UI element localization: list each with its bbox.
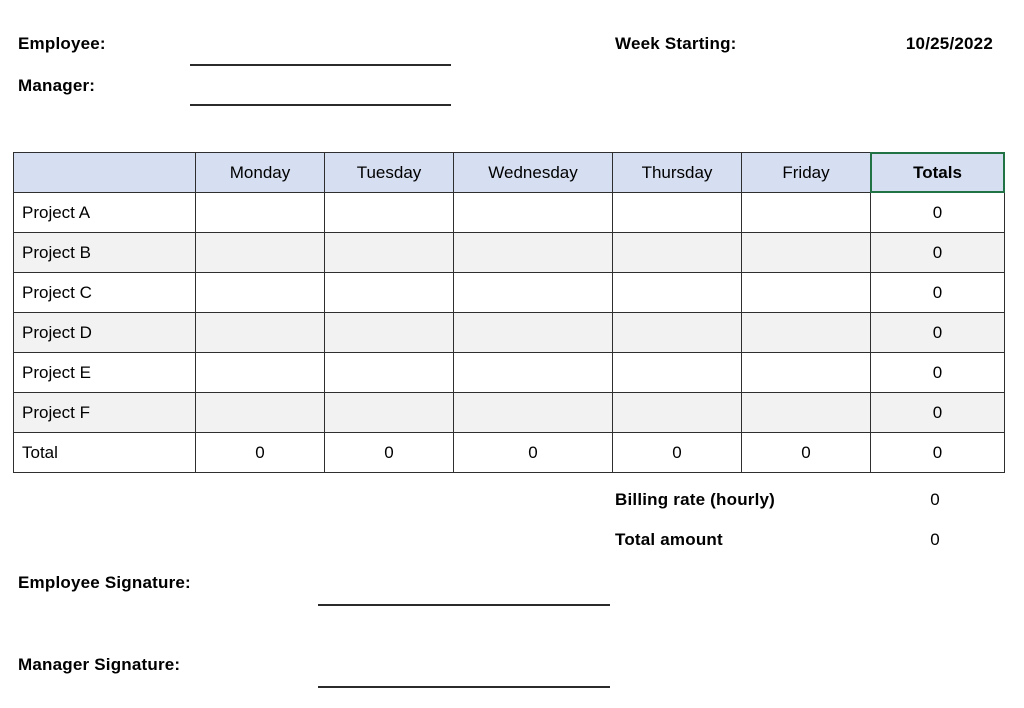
table-row: Project B 0	[13, 232, 1005, 273]
table-header-row: Monday Tuesday Wednesday Thursday Friday…	[13, 152, 1006, 194]
employee-name-line[interactable]	[190, 64, 451, 66]
cell-project-a-monday[interactable]	[195, 192, 325, 233]
row-label-project-e[interactable]: Project E	[13, 352, 196, 393]
header-cell-tuesday[interactable]: Tuesday	[324, 152, 454, 193]
cell-project-a-friday[interactable]	[741, 192, 871, 233]
cell-project-f-thursday[interactable]	[612, 392, 742, 433]
cell-total-friday[interactable]: 0	[741, 432, 871, 473]
billing-rate-value[interactable]: 0	[868, 490, 1002, 510]
table-row: Project C 0	[13, 272, 1005, 313]
cell-total-tuesday[interactable]: 0	[324, 432, 454, 473]
cell-project-d-monday[interactable]	[195, 312, 325, 353]
billing-rate-label: Billing rate (hourly)	[615, 490, 776, 509]
table-row: Project E 0	[13, 352, 1005, 393]
cell-project-a-thursday[interactable]	[612, 192, 742, 233]
billing-rate-row: Billing rate (hourly) 0	[615, 490, 1000, 530]
table-row: Project F 0	[13, 392, 1005, 433]
week-starting-value[interactable]: 10/25/2022	[843, 34, 993, 54]
cell-project-b-total[interactable]: 0	[870, 232, 1005, 273]
cell-project-d-wednesday[interactable]	[453, 312, 613, 353]
row-label-project-f[interactable]: Project F	[13, 392, 196, 433]
cell-project-f-total[interactable]: 0	[870, 392, 1005, 433]
week-starting-label: Week Starting:	[615, 34, 737, 53]
manager-label: Manager:	[18, 76, 96, 95]
header-cell-friday[interactable]: Friday	[741, 152, 871, 193]
table-row: Project A 0	[13, 192, 1005, 233]
cell-project-b-friday[interactable]	[741, 232, 871, 273]
cell-total-thursday[interactable]: 0	[612, 432, 742, 473]
cell-project-e-tuesday[interactable]	[324, 352, 454, 393]
total-amount-label: Total amount	[615, 530, 723, 549]
total-amount-value[interactable]: 0	[868, 530, 1002, 550]
cell-project-e-total[interactable]: 0	[870, 352, 1005, 393]
cell-project-e-thursday[interactable]	[612, 352, 742, 393]
billing-summary: Billing rate (hourly) 0 Total amount 0	[615, 490, 1000, 570]
cell-project-f-tuesday[interactable]	[324, 392, 454, 433]
row-label-total[interactable]: Total	[13, 432, 196, 473]
cell-total-grand[interactable]: 0	[870, 432, 1005, 473]
cell-project-f-monday[interactable]	[195, 392, 325, 433]
cell-project-a-total[interactable]: 0	[870, 192, 1005, 233]
cell-total-monday[interactable]: 0	[195, 432, 325, 473]
cell-project-d-thursday[interactable]	[612, 312, 742, 353]
header-cell-totals[interactable]: Totals	[870, 152, 1006, 194]
cell-project-c-total[interactable]: 0	[870, 272, 1005, 313]
cell-project-e-wednesday[interactable]	[453, 352, 613, 393]
cell-project-a-wednesday[interactable]	[453, 192, 613, 233]
cell-project-c-tuesday[interactable]	[324, 272, 454, 313]
row-label-project-c[interactable]: Project C	[13, 272, 196, 313]
cell-project-e-friday[interactable]	[741, 352, 871, 393]
cell-project-d-tuesday[interactable]	[324, 312, 454, 353]
table-row: Project D 0	[13, 312, 1005, 353]
cell-project-b-tuesday[interactable]	[324, 232, 454, 273]
manager-signature-label: Manager Signature:	[18, 655, 181, 674]
cell-project-b-wednesday[interactable]	[453, 232, 613, 273]
employee-label: Employee:	[18, 34, 106, 53]
form-header: Employee: Manager: Week Starting: 10/25/…	[0, 0, 1024, 140]
header-cell-monday[interactable]: Monday	[195, 152, 325, 193]
timesheet-table: Monday Tuesday Wednesday Thursday Friday…	[13, 152, 1006, 473]
row-label-project-a[interactable]: Project A	[13, 192, 196, 233]
header-cell-wednesday[interactable]: Wednesday	[453, 152, 613, 193]
header-cell-corner[interactable]	[13, 152, 196, 193]
cell-project-c-monday[interactable]	[195, 272, 325, 313]
row-label-project-d[interactable]: Project D	[13, 312, 196, 353]
cell-project-b-thursday[interactable]	[612, 232, 742, 273]
cell-project-c-wednesday[interactable]	[453, 272, 613, 313]
cell-project-c-friday[interactable]	[741, 272, 871, 313]
cell-project-b-monday[interactable]	[195, 232, 325, 273]
header-cell-thursday[interactable]: Thursday	[612, 152, 742, 193]
manager-signature-line[interactable]	[318, 686, 610, 688]
employee-signature-line[interactable]	[318, 604, 610, 606]
employee-signature-label: Employee Signature:	[18, 573, 191, 592]
cell-project-d-friday[interactable]	[741, 312, 871, 353]
manager-name-line[interactable]	[190, 104, 451, 106]
cell-project-e-monday[interactable]	[195, 352, 325, 393]
cell-total-wednesday[interactable]: 0	[453, 432, 613, 473]
cell-project-f-wednesday[interactable]	[453, 392, 613, 433]
row-label-project-b[interactable]: Project B	[13, 232, 196, 273]
cell-project-d-total[interactable]: 0	[870, 312, 1005, 353]
cell-project-c-thursday[interactable]	[612, 272, 742, 313]
total-amount-row: Total amount 0	[615, 530, 1000, 570]
cell-project-f-friday[interactable]	[741, 392, 871, 433]
cell-project-a-tuesday[interactable]	[324, 192, 454, 233]
table-total-row: Total 0 0 0 0 0 0	[13, 432, 1005, 473]
